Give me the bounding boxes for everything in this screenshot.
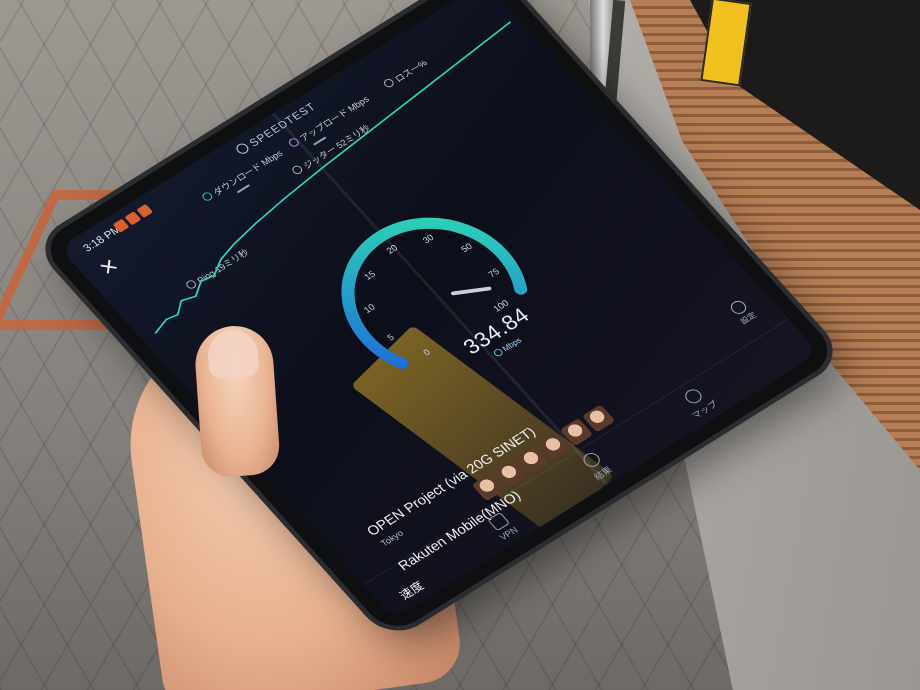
nav-speed-label: 速度 xyxy=(396,578,427,603)
packet-loss-icon xyxy=(381,77,396,89)
gauge-tick-label: 75 xyxy=(486,267,501,280)
notification-icon xyxy=(136,203,154,218)
settings-button[interactable]: 設定 xyxy=(727,298,759,327)
gauge-tick-label: 0 xyxy=(421,347,432,357)
gauge-tick-label: 15 xyxy=(362,269,377,282)
gauge-tick-label: 20 xyxy=(384,243,399,256)
gauge-tick-label: 10 xyxy=(362,302,377,315)
nav-results-label: 結果 xyxy=(592,464,615,482)
speedtest-logo-icon xyxy=(234,141,251,156)
map-icon xyxy=(681,386,705,407)
results-icon xyxy=(579,450,603,470)
gauge-tick-label: 5 xyxy=(385,332,396,342)
upload-icon xyxy=(286,136,301,149)
download-icon xyxy=(200,190,215,203)
gauge-tick-label: 50 xyxy=(459,241,474,254)
gauge-needle xyxy=(451,286,492,296)
gauge-tick-label: 30 xyxy=(421,232,436,245)
photo-scene: 3:18 PM ✕ SPEEDTEST ダウンロード Mbps アップロード M… xyxy=(0,0,920,690)
